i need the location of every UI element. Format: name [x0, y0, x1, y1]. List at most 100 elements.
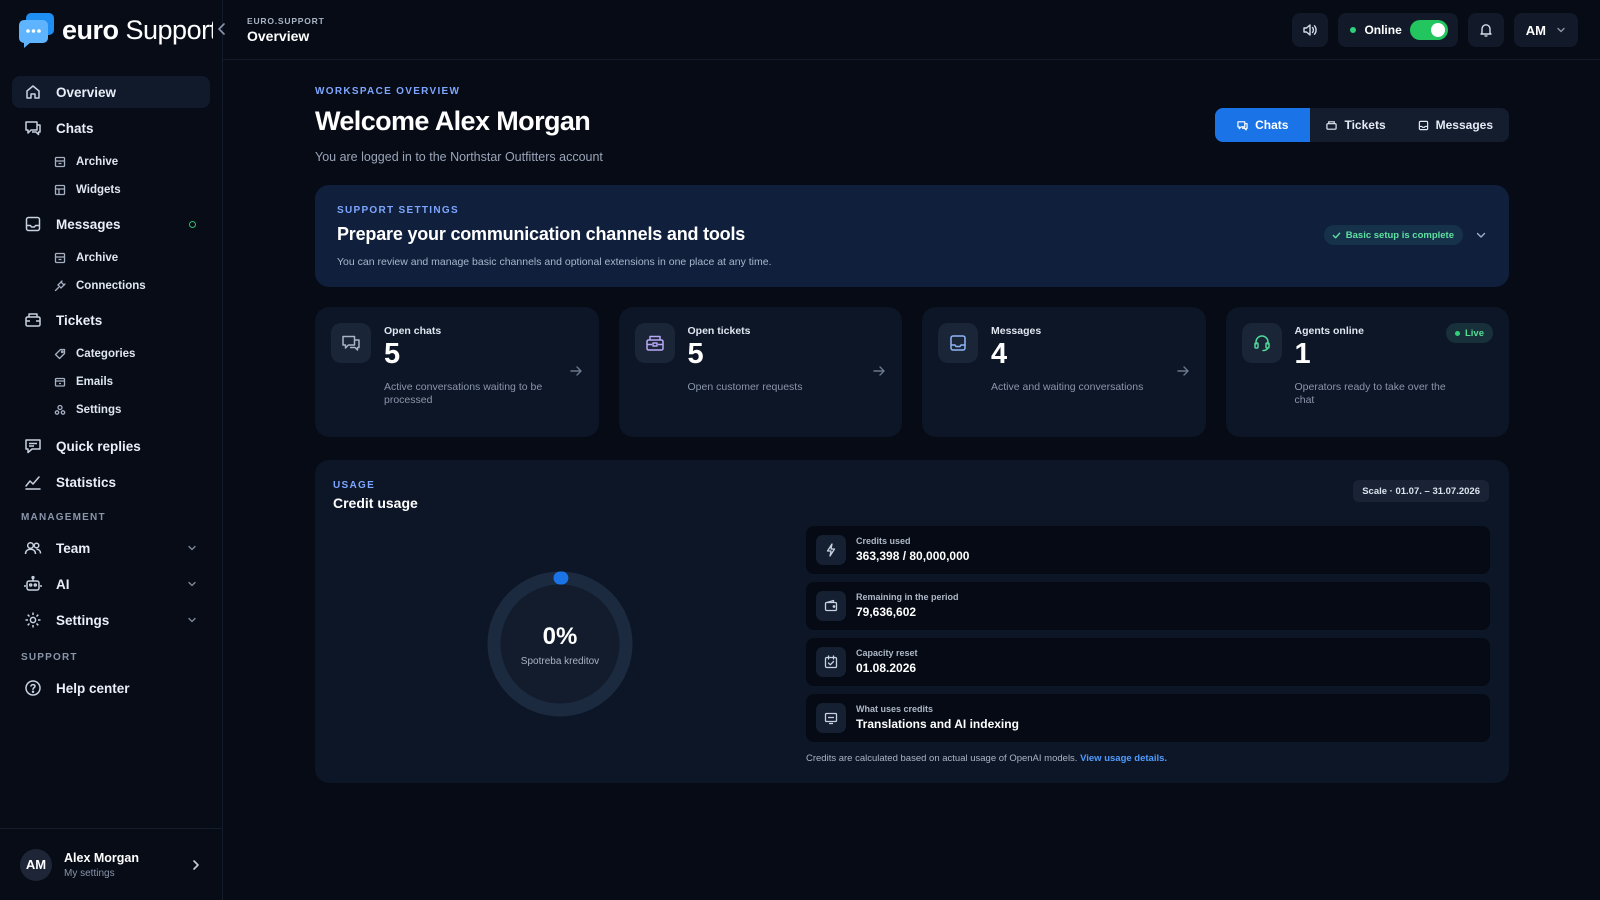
- list-item: Credits used 363,398 / 80,000,000: [806, 526, 1490, 574]
- row-icon-box: [816, 703, 846, 733]
- row-label: What uses credits: [856, 704, 934, 714]
- stats-icon: [24, 473, 42, 491]
- tab-tickets[interactable]: Tickets: [1310, 108, 1401, 142]
- stat-description: Active conversations waiting to be proce…: [384, 381, 543, 406]
- stat-card-messages[interactable]: Messages 4 Active and waiting conversati…: [922, 307, 1206, 437]
- stat-icon-box: [938, 323, 978, 363]
- sidebar-subitem-label: Emails: [76, 376, 114, 388]
- sidebar-item-tickets[interactable]: Tickets: [12, 304, 210, 336]
- sidebar-item-label: Quick replies: [56, 438, 141, 454]
- chat-icon: [1237, 120, 1248, 131]
- top-actions: Online AM: [1292, 13, 1578, 47]
- row-value: 363,398 / 80,000,000: [856, 549, 970, 563]
- chevron-down-icon: [186, 614, 198, 626]
- brand-name: euro Support: [62, 14, 213, 45]
- sound-button[interactable]: [1292, 13, 1329, 47]
- sidebar-item-label: Messages: [56, 216, 121, 232]
- view-usage-details-link[interactable]: View usage details.: [1080, 753, 1167, 764]
- page-title: Overview: [247, 28, 310, 44]
- online-switch[interactable]: [1409, 20, 1448, 40]
- sidebar-item-team[interactable]: Team: [12, 532, 210, 564]
- sidebar-subitem-emails[interactable]: Emails: [12, 368, 210, 396]
- usage-note-text: Credits are calculated based on actual u…: [806, 753, 1081, 764]
- sidebar-item-chats[interactable]: Chats: [12, 112, 210, 144]
- list-item: Remaining in the period 79,636,602: [806, 582, 1490, 630]
- stat-label: Agents online: [1294, 325, 1364, 337]
- robot-icon: [24, 575, 42, 593]
- sidebar-subitem-connections[interactable]: Connections: [12, 272, 210, 300]
- breadcrumb[interactable]: EURO.SUPPORT: [247, 16, 325, 26]
- sidebar-item-label: Overview: [56, 84, 117, 100]
- sidebar-item-label: Tickets: [56, 312, 103, 328]
- stat-value: 4: [991, 338, 1008, 370]
- sidebar-subitem-label: Archive: [76, 156, 119, 168]
- team-icon: [24, 539, 42, 557]
- stat-label: Messages: [991, 325, 1042, 337]
- live-badge: Live: [1445, 323, 1493, 343]
- usage-title: Credit usage: [333, 495, 418, 511]
- sidebar-item-quick-replies[interactable]: Quick replies: [12, 430, 210, 462]
- gear-icon: [24, 611, 42, 629]
- welcome-subtitle: You are logged in to the Northstar Outfi…: [315, 150, 603, 164]
- stat-card-open-tickets[interactable]: Open tickets 5 Open customer requests: [618, 307, 902, 437]
- sidebar-subitem-widgets[interactable]: Widgets: [12, 176, 210, 204]
- stat-description: Operators ready to take over the chat: [1294, 381, 1446, 406]
- notifications-button[interactable]: [1467, 13, 1504, 47]
- sidebar-item-settings[interactable]: Settings: [12, 604, 210, 636]
- speaker-icon: [1302, 22, 1318, 38]
- brand-logo[interactable]: euro Support: [18, 12, 213, 48]
- mail-icon: [54, 376, 66, 388]
- row-icon-box: [816, 647, 846, 677]
- help-icon: [24, 679, 42, 697]
- arrow-right-icon: [1176, 364, 1190, 378]
- monitor-icon: [824, 711, 838, 725]
- sidebar-subitem-messages-archive[interactable]: Archive: [12, 244, 210, 272]
- sidebar-item-messages[interactable]: Messages: [12, 208, 210, 240]
- welcome-title: Welcome Alex Morgan: [315, 106, 591, 136]
- chevron-down-icon: [186, 578, 198, 590]
- online-dot-icon: [1350, 27, 1357, 33]
- sidebar-item-overview[interactable]: Overview: [12, 76, 210, 108]
- sidebar-subitem-chats-archive[interactable]: Archive: [12, 148, 210, 176]
- sidebar-subitem-categories[interactable]: Categories: [12, 340, 210, 368]
- account-menu-button[interactable]: AM: [1513, 13, 1578, 47]
- tab-chats[interactable]: Chats: [1215, 108, 1311, 142]
- expand-chevron-icon[interactable]: [1475, 229, 1487, 241]
- sidebar-item-label: Statistics: [56, 474, 117, 490]
- sidebar-item-label: Help center: [56, 680, 130, 696]
- tag-icon: [54, 348, 66, 360]
- gauge-value: 0%: [542, 623, 578, 650]
- tab-label: Tickets: [1344, 118, 1386, 132]
- support-settings-card[interactable]: SUPPORT SETTINGS Prepare your communicat…: [315, 185, 1509, 287]
- credit-usage-card: USAGE Credit usage Scale · 01.07. – 31.0…: [315, 460, 1509, 783]
- sidebar-item-statistics[interactable]: Statistics: [12, 466, 210, 498]
- sidebar-item-help-center[interactable]: Help center: [12, 672, 210, 704]
- home-icon: [24, 83, 42, 101]
- sidebar-subitem-label: Widgets: [76, 184, 121, 196]
- sidebar-subitem-label: Categories: [76, 348, 136, 360]
- settings-description: You can review and manage basic channels…: [337, 256, 772, 268]
- avatar: AM: [20, 848, 52, 881]
- status-label: Online: [1364, 23, 1402, 37]
- management-section-title: MANAGEMENT: [21, 511, 106, 523]
- tab-messages[interactable]: Messages: [1402, 108, 1509, 142]
- stat-label: Open chats: [384, 325, 442, 337]
- support-section-title: SUPPORT: [21, 651, 78, 663]
- stat-icon-box: [331, 323, 371, 363]
- stat-card-open-chats[interactable]: Open chats 5 Active conversations waitin…: [315, 307, 599, 437]
- sidebar-nav: Overview Chats Archive Widgets Messages …: [12, 76, 210, 708]
- row-icon-box: [816, 591, 846, 621]
- inbox-icon: [24, 215, 42, 233]
- stat-value: 5: [384, 338, 401, 370]
- user-settings-button[interactable]: AM Alex Morgan My settings: [0, 828, 223, 900]
- settings-title: Prepare your communication channels and …: [337, 224, 746, 244]
- user-settings-label: My settings: [64, 867, 115, 879]
- stat-label: Open tickets: [687, 325, 751, 337]
- online-status-toggle[interactable]: Online: [1338, 13, 1458, 47]
- stat-value: 5: [687, 338, 704, 370]
- sidebar-subitem-ticket-settings[interactable]: Settings: [12, 396, 210, 424]
- tab-label: Messages: [1435, 118, 1493, 132]
- sidebar-item-ai[interactable]: AI: [12, 568, 210, 600]
- arrow-right-icon: [872, 364, 886, 378]
- headset-icon: [1252, 333, 1272, 353]
